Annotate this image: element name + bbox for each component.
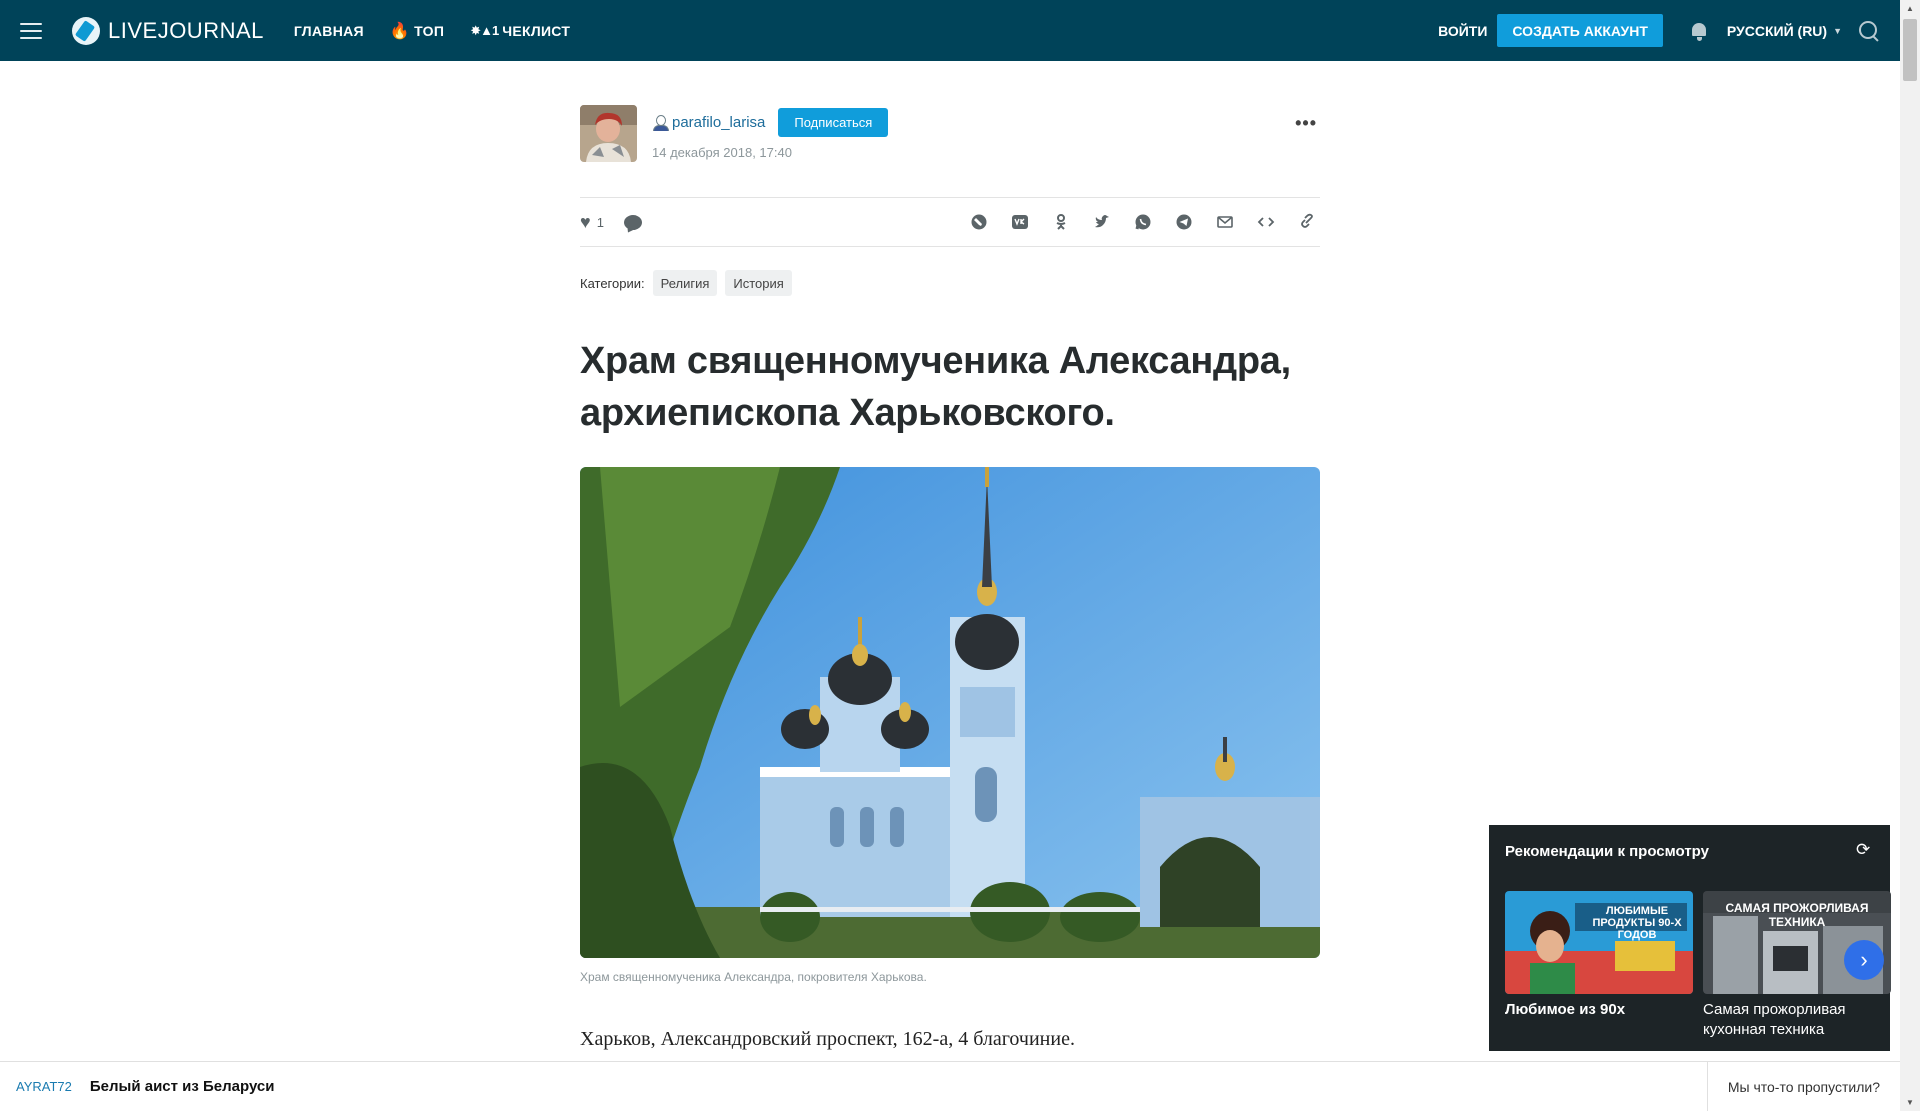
- user-icon: [652, 114, 669, 132]
- like-button[interactable]: ♥ 1: [580, 213, 604, 231]
- author-avatar[interactable]: [580, 105, 637, 162]
- email-icon[interactable]: [1214, 211, 1236, 233]
- main-nav: ГЛАВНАЯ 🔥 ТОП ✸▲1 ЧЕКЛИСТ: [294, 21, 570, 41]
- twitter-icon[interactable]: [1091, 211, 1113, 233]
- scrollbar-thumb[interactable]: [1903, 19, 1917, 81]
- post-title: Храм священномученика Александра, архиеп…: [580, 340, 1291, 434]
- comment-icon[interactable]: [623, 214, 642, 230]
- post-paragraph: Харьков, Александровский проспект, 162-а…: [580, 1028, 1075, 1050]
- recommendation-thumbnail: ЛЮБИМЫЕ ПРОДУКТЫ 90-Х ГОДОВ: [1505, 891, 1693, 994]
- bottom-bar-post-title[interactable]: Белый аист из Беларуси: [90, 1078, 275, 1095]
- recommendation-card[interactable]: ЛЮБИМЫЕ ПРОДУКТЫ 90-Х ГОДОВ Любимое из 9…: [1505, 891, 1693, 1020]
- post-actions-bar: ♥ 1: [580, 197, 1320, 247]
- top-navigation-bar: LIVEJOURNAL ГЛАВНАЯ 🔥 ТОП ✸▲1 ЧЕКЛИСТ ВОЙТ…: [0, 0, 1900, 61]
- create-account-button[interactable]: СОЗДАТЬ АККАУНТ: [1497, 14, 1663, 47]
- menu-icon[interactable]: [20, 22, 42, 39]
- scroll-down-arrow-icon[interactable]: ▼: [1900, 1094, 1920, 1111]
- bottom-bar: AYRAT72 Белый аист из Беларуси Мы что-то…: [0, 1061, 1900, 1111]
- search-icon[interactable]: [1858, 20, 1880, 42]
- author-username[interactable]: parafilo_larisa: [672, 114, 765, 131]
- subscribe-button[interactable]: Подписаться: [778, 108, 889, 137]
- bottom-bar-user[interactable]: AYRAT72: [16, 1079, 72, 1094]
- chevron-down-icon: ▼: [1833, 25, 1842, 36]
- post-date: 14 декабря 2018, 17:40: [652, 145, 792, 160]
- vk-icon[interactable]: [1009, 211, 1031, 233]
- logo-text: LIVEJOURNAL: [108, 17, 264, 43]
- telegram-icon[interactable]: [1173, 211, 1195, 233]
- livejournal-logo[interactable]: LIVEJOURNAL: [72, 16, 264, 45]
- recommendation-thumbnail-text: САМАЯ ПРОЖОРЛИВАЯ ТЕХНИКА: [1725, 901, 1869, 929]
- more-options-icon[interactable]: •••: [1295, 113, 1317, 134]
- page-scrollbar[interactable]: ▲ ▼: [1900, 0, 1920, 1111]
- post-article: parafilo_larisa Подписаться 14 декабря 2…: [580, 105, 1320, 1051]
- language-selector[interactable]: РУССКИЙ (RU) ▼: [1727, 23, 1842, 39]
- recommendations-title: Рекомендации к просмотру: [1505, 843, 1709, 860]
- nav-top[interactable]: 🔥 ТОП: [390, 21, 444, 41]
- recommendation-card-title: Любимое из 90х: [1505, 1001, 1626, 1018]
- recommendation-card-title: Самая прожорливая кухонная техника: [1703, 1001, 1846, 1038]
- categories-row: Категории: Религия История: [580, 270, 1320, 296]
- nav-top-label: ТОП: [414, 22, 445, 39]
- odnoklassniki-icon[interactable]: [1050, 211, 1072, 233]
- login-link[interactable]: ВОЙТИ: [1438, 23, 1487, 39]
- scroll-up-arrow-icon[interactable]: ▲: [1900, 0, 1920, 17]
- post-photo[interactable]: [580, 467, 1320, 958]
- flame-icon: 🔥: [389, 22, 411, 40]
- photo-caption: Храм священномученика Александра, покров…: [580, 970, 927, 984]
- whatsapp-icon[interactable]: [1132, 211, 1154, 233]
- checklist-icon: ✸▲1: [470, 22, 499, 38]
- like-count: 1: [596, 214, 604, 230]
- notifications-bell-icon[interactable]: [1689, 20, 1709, 42]
- categories-label: Категории:: [580, 275, 645, 291]
- embed-code-icon[interactable]: [1255, 211, 1277, 233]
- livejournal-share-icon[interactable]: [968, 211, 990, 233]
- next-arrow-icon[interactable]: ›: [1844, 940, 1884, 980]
- category-tag[interactable]: История: [725, 270, 792, 296]
- copy-link-icon[interactable]: [1296, 211, 1318, 233]
- refresh-icon[interactable]: ⟳: [1856, 840, 1874, 859]
- share-buttons: [968, 211, 1318, 233]
- livejournal-logo-icon: [72, 16, 100, 45]
- nav-checklist[interactable]: ✸▲1 ЧЕКЛИСТ: [470, 23, 570, 39]
- recommendations-widget: Рекомендации к просмотру ⟳ ЛЮБИМЫЕ ПРОДУ…: [1489, 825, 1891, 1051]
- recommendation-thumbnail-text: ЛЮБИМЫЕ ПРОДУКТЫ 90-Х ГОДОВ: [1592, 905, 1682, 941]
- heart-icon: ♥: [580, 212, 591, 232]
- nav-home[interactable]: ГЛАВНАЯ: [294, 23, 364, 39]
- language-label: РУССКИЙ (RU): [1726, 22, 1828, 39]
- category-tag[interactable]: Религия: [652, 270, 718, 296]
- nav-home-label: ГЛАВНАЯ: [293, 22, 364, 39]
- post-author-row: parafilo_larisa Подписаться 14 декабря 2…: [580, 105, 1320, 163]
- nav-checklist-label: ЧЕКЛИСТ: [502, 22, 571, 39]
- feedback-link[interactable]: Мы что-то пропустили?: [1706, 1062, 1900, 1111]
